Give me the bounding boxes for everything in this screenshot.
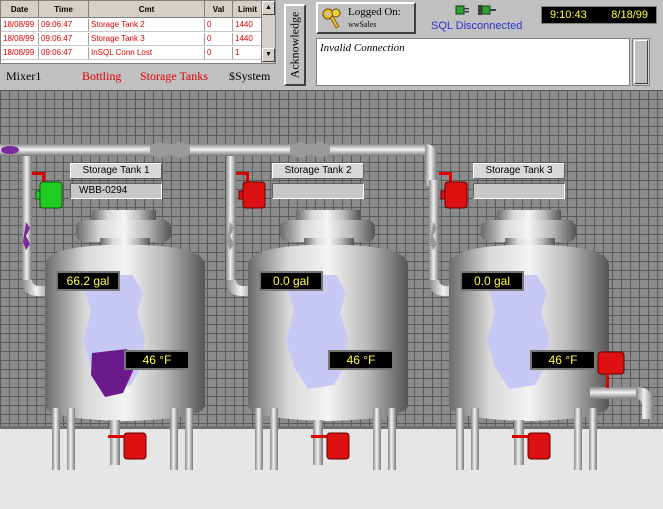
table-cell: 18/08/99 bbox=[1, 19, 39, 31]
acknowledge-label: Acknowledge bbox=[287, 11, 302, 79]
filter-system[interactable]: $System bbox=[229, 69, 270, 84]
table-cell: 0 bbox=[205, 33, 233, 45]
clock-date: 8/18/99 bbox=[611, 9, 648, 21]
tank-3-temperature: 46 °F bbox=[530, 350, 596, 370]
logged-on-user: wwSales bbox=[348, 20, 377, 29]
plug-icon bbox=[455, 5, 496, 15]
scroll-up-button[interactable]: ▲ bbox=[262, 1, 275, 15]
tank-3-batch bbox=[473, 183, 565, 199]
column-header-time[interactable]: Time bbox=[39, 1, 89, 17]
table-cell: Storage Tank 2 bbox=[89, 19, 205, 31]
tank-2-volume: 0.0 gal bbox=[259, 271, 323, 291]
table-cell: InSQL Conn Lost bbox=[89, 47, 205, 59]
tank-3-outlet-valve[interactable] bbox=[598, 352, 624, 374]
tank-1-label[interactable]: Storage Tank 1 bbox=[70, 163, 162, 179]
table-cell: Storage Tank 3 bbox=[89, 33, 205, 45]
key-icon bbox=[322, 8, 341, 29]
tank-3-volume: 0.0 gal bbox=[460, 271, 524, 291]
column-header-val[interactable]: Val bbox=[205, 1, 233, 17]
table-cell: 09:06:47 bbox=[39, 47, 89, 59]
clock-time: 9:10:43 bbox=[550, 9, 587, 21]
table-cell: 1440 bbox=[233, 19, 263, 31]
message-scrollbar[interactable] bbox=[632, 38, 650, 86]
logged-on-panel[interactable]: Logged On: wwSales bbox=[316, 2, 416, 34]
table-row[interactable]: 18/08/99 09:06:47 InSQL Conn Lost 0 1 bbox=[1, 47, 263, 60]
filter-bottling[interactable]: Bottling bbox=[82, 69, 121, 84]
alarm-group-filter: Mixer1 Bottling Storage Tanks $System bbox=[0, 66, 276, 86]
scroll-down-button[interactable]: ▼ bbox=[262, 48, 275, 62]
tank-1-inlet-valve[interactable] bbox=[40, 182, 62, 208]
tank-3-label[interactable]: Storage Tank 3 bbox=[473, 163, 565, 179]
alarm-scrollbar[interactable]: ▲ ▼ bbox=[261, 1, 275, 63]
scroll-thumb[interactable] bbox=[634, 40, 648, 84]
acknowledge-button[interactable]: Acknowledge bbox=[284, 4, 306, 86]
column-header-limit[interactable]: Limit bbox=[233, 1, 263, 17]
column-header-cmt[interactable]: Cmt bbox=[89, 1, 205, 17]
filter-mixer[interactable]: Mixer1 bbox=[6, 69, 41, 84]
table-row[interactable]: 18/08/99 09:06:47 Storage Tank 3 0 1440 bbox=[1, 33, 263, 46]
table-cell: 09:06:47 bbox=[39, 19, 89, 31]
alarm-table[interactable]: Date Time Cmt Val Limit 18/08/99 09:06:4… bbox=[0, 0, 276, 64]
sql-status: SQL Disconnected bbox=[431, 20, 523, 32]
table-cell: 09:06:47 bbox=[39, 33, 89, 45]
tank-1-volume: 66.2 gal bbox=[56, 271, 120, 291]
logged-on-title: Logged On: bbox=[348, 6, 401, 18]
message-text: Invalid Connection bbox=[320, 42, 405, 54]
clock-display: 9:10:43 8/18/99 bbox=[541, 6, 657, 24]
alarm-table-header: Date Time Cmt Val Limit bbox=[1, 1, 263, 18]
table-cell: 0 bbox=[205, 19, 233, 31]
tank-2-temperature: 46 °F bbox=[328, 350, 394, 370]
message-box[interactable]: Invalid Connection bbox=[316, 38, 630, 86]
table-cell: 1 bbox=[233, 47, 263, 59]
table-row[interactable]: 18/08/99 09:06:47 Storage Tank 2 0 1440 bbox=[1, 19, 263, 32]
filter-storage-tanks[interactable]: Storage Tanks bbox=[140, 69, 208, 84]
tank-1-drain-valve[interactable] bbox=[124, 433, 146, 459]
tank-2-inlet-valve[interactable] bbox=[243, 182, 265, 208]
column-header-date[interactable]: Date bbox=[1, 1, 39, 17]
table-cell: 18/08/99 bbox=[1, 47, 39, 59]
tank-2-drain-valve[interactable] bbox=[327, 433, 349, 459]
table-cell: 18/08/99 bbox=[1, 33, 39, 45]
tank-2-label[interactable]: Storage Tank 2 bbox=[272, 163, 364, 179]
tank-1-temperature: 46 °F bbox=[124, 350, 190, 370]
tank-1-batch: WBB-0294 bbox=[70, 183, 162, 199]
table-cell: 1440 bbox=[233, 33, 263, 45]
tank-2-batch bbox=[272, 183, 364, 199]
tank-3-drain-valve[interactable] bbox=[528, 433, 550, 459]
tank-3-inlet-valve[interactable] bbox=[445, 182, 467, 208]
table-cell: 0 bbox=[205, 47, 233, 59]
